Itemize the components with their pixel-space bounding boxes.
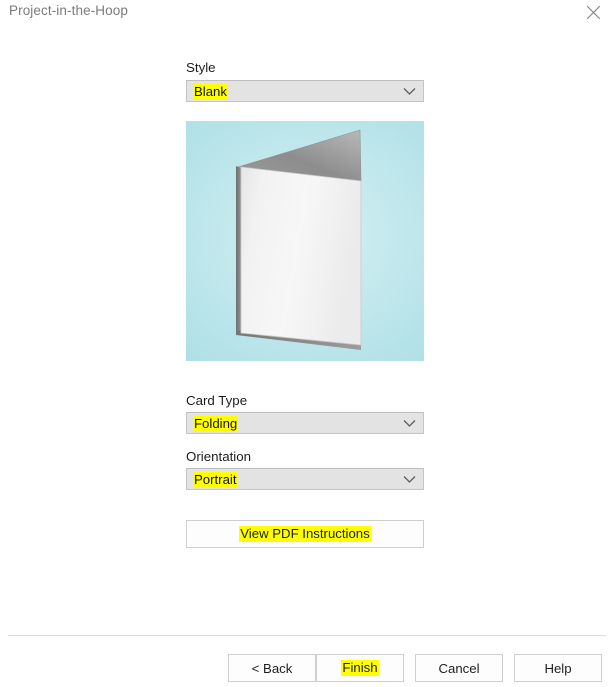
card-preview-image: [186, 121, 424, 361]
chevron-down-icon: [403, 87, 416, 95]
close-icon: [586, 5, 600, 19]
style-value-highlight: Blank: [193, 84, 228, 100]
footer-separator: [8, 635, 606, 636]
style-combobox-wrapper: Blank: [186, 80, 426, 102]
orientation-combobox-wrapper: Portrait: [186, 468, 426, 490]
card-type-combobox-value: Folding: [193, 415, 239, 432]
card-type-combobox-arrow[interactable]: [403, 413, 416, 433]
orientation-label: Orientation: [186, 449, 252, 464]
title-bar: Project-in-the-Hoop: [0, 0, 614, 24]
orientation-combobox[interactable]: Portrait: [186, 468, 424, 490]
style-field-group: Style: [186, 60, 426, 76]
card-type-combobox[interactable]: Folding: [186, 412, 424, 434]
cancel-button-label: Cancel: [438, 660, 480, 676]
help-button[interactable]: Help: [514, 654, 602, 682]
help-button-label: Help: [544, 660, 572, 676]
style-label: Style: [186, 60, 216, 75]
close-button[interactable]: [580, 0, 606, 24]
card-type-value-highlight: Folding: [193, 416, 239, 432]
folded-card-illustration: [236, 129, 362, 350]
card-type-combobox-wrapper: Folding: [186, 412, 426, 434]
orientation-field-group: Orientation: [186, 449, 426, 465]
card-type-field-group: Card Type: [186, 393, 426, 409]
finish-button[interactable]: Finish: [316, 654, 404, 682]
style-combobox[interactable]: Blank: [186, 80, 424, 102]
back-button[interactable]: < Back: [228, 654, 316, 682]
orientation-combobox-arrow[interactable]: [403, 469, 416, 489]
style-combobox-arrow[interactable]: [403, 81, 416, 101]
orientation-value-highlight: Portrait: [193, 472, 238, 488]
back-button-label: < Back: [251, 660, 293, 676]
finish-button-label: Finish: [341, 660, 379, 676]
footer-button-bar: < Back Finish Cancel Help: [0, 654, 614, 682]
chevron-down-icon: [403, 419, 416, 427]
cancel-button[interactable]: Cancel: [415, 654, 503, 682]
window-title: Project-in-the-Hoop: [9, 3, 128, 18]
view-pdf-instructions-button[interactable]: View PDF Instructions: [186, 520, 424, 548]
orientation-combobox-value: Portrait: [193, 471, 238, 488]
view-pdf-instructions-label: View PDF Instructions: [239, 526, 371, 542]
style-combobox-value: Blank: [193, 83, 228, 100]
card-type-label: Card Type: [186, 393, 248, 408]
chevron-down-icon: [403, 475, 416, 483]
